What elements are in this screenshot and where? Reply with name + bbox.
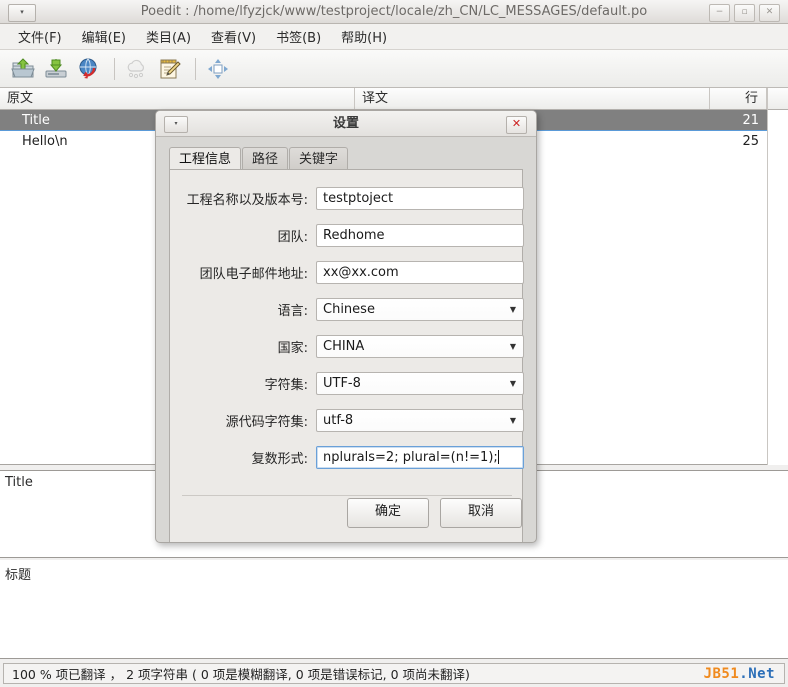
select-language-value: Chinese bbox=[323, 302, 375, 317]
input-plural-forms-value: nplurals=2; plural=(n!=1); bbox=[323, 450, 498, 465]
statusbar-text: 100 % 项已翻译 ， 2 项字符串 ( 0 项是模糊翻译, 0 项是错误标记… bbox=[12, 666, 470, 683]
select-language[interactable]: Chinese ▼ bbox=[316, 298, 524, 321]
dialog-tabs: 工程信息 路径 关键字 bbox=[169, 146, 349, 171]
settings-dialog: ▾ 设置 ✕ 工程信息 路径 关键字 工程名称以及版本号: testptojec… bbox=[155, 110, 537, 543]
chevron-down-icon: ▼ bbox=[510, 373, 516, 394]
chevron-down-icon: ▼ bbox=[510, 336, 516, 357]
field-row-project-name: 工程名称以及版本号: testptoject bbox=[170, 186, 524, 210]
label-plural-forms: 复数形式: bbox=[170, 448, 316, 467]
save-file-icon bbox=[43, 56, 69, 82]
menu-item-view[interactable]: 查看(V) bbox=[201, 24, 266, 49]
input-project-name[interactable]: testptoject bbox=[316, 187, 524, 210]
toolbar bbox=[0, 50, 788, 88]
move-arrows-icon bbox=[205, 56, 231, 82]
tab-project-info[interactable]: 工程信息 bbox=[169, 147, 241, 171]
dialog-divider bbox=[182, 495, 512, 496]
select-country[interactable]: CHINA ▼ bbox=[316, 335, 524, 358]
maximize-button[interactable]: ▫ bbox=[734, 4, 755, 22]
select-charset-value: UTF-8 bbox=[323, 376, 361, 391]
toolbar-separator-1 bbox=[114, 58, 115, 80]
tab-paths[interactable]: 路径 bbox=[242, 147, 288, 171]
column-header-line[interactable]: 行 bbox=[710, 88, 767, 109]
translation-text-input[interactable]: 标题 bbox=[0, 560, 788, 659]
application-window: ▾ Poedit : /home/lfyzjck/www/testproject… bbox=[0, 0, 788, 687]
column-header-translation[interactable]: 译文 bbox=[355, 88, 710, 109]
fuzzy-button[interactable] bbox=[122, 54, 152, 84]
label-team: 团队: bbox=[170, 226, 316, 245]
dialog-buttons: 确定 取消 bbox=[347, 498, 522, 528]
list-vertical-scrollbar[interactable] bbox=[767, 88, 788, 465]
cloud-icon bbox=[124, 56, 150, 82]
label-source-charset: 源代码字符集: bbox=[170, 411, 316, 430]
label-project-name: 工程名称以及版本号: bbox=[170, 189, 316, 208]
dialog-title: 设置 bbox=[156, 111, 536, 137]
dialog-close-button[interactable]: ✕ bbox=[506, 116, 527, 134]
ok-button[interactable]: 确定 bbox=[347, 498, 429, 528]
menu-item-help[interactable]: 帮助(H) bbox=[331, 24, 397, 49]
input-team[interactable]: Redhome bbox=[316, 224, 524, 247]
select-country-value: CHINA bbox=[323, 339, 364, 354]
select-source-charset[interactable]: utf-8 ▼ bbox=[316, 409, 524, 432]
menu-item-edit[interactable]: 编辑(E) bbox=[72, 24, 136, 49]
statusbar: 100 % 项已翻译 ， 2 项字符串 ( 0 项是模糊翻译, 0 项是错误标记… bbox=[0, 661, 788, 687]
watermark: JB51.Net bbox=[704, 665, 775, 684]
field-row-source-charset: 源代码字符集: utf-8 ▼ bbox=[170, 408, 524, 432]
text-caret bbox=[498, 450, 499, 464]
label-charset: 字符集: bbox=[170, 374, 316, 393]
field-row-language: 语言: Chinese ▼ bbox=[170, 297, 524, 321]
chevron-down-icon: ▼ bbox=[510, 299, 516, 320]
watermark-blue: .Net bbox=[739, 666, 775, 682]
window-titlebar: ▾ Poedit : /home/lfyzjck/www/testproject… bbox=[0, 0, 788, 24]
watermark-orange: JB51 bbox=[704, 666, 740, 682]
label-team-email: 团队电子邮件地址: bbox=[170, 263, 316, 282]
menu-item-catalog[interactable]: 类目(A) bbox=[136, 24, 201, 49]
field-row-country: 国家: CHINA ▼ bbox=[170, 334, 524, 358]
update-from-source-button[interactable] bbox=[74, 54, 104, 84]
column-header-source[interactable]: 原文 bbox=[0, 88, 355, 109]
statusbar-frame: 100 % 项已翻译 ， 2 项字符串 ( 0 项是模糊翻译, 0 项是错误标记… bbox=[3, 663, 785, 684]
dialog-titlebar: ▾ 设置 ✕ bbox=[156, 111, 536, 137]
scrollbar-header-spacer bbox=[768, 88, 788, 110]
menubar: 文件(F) 编辑(E) 类目(A) 查看(V) 书签(B) 帮助(H) bbox=[0, 24, 788, 50]
select-charset[interactable]: UTF-8 ▼ bbox=[316, 372, 524, 395]
navigate-button[interactable] bbox=[203, 54, 233, 84]
cancel-button[interactable]: 取消 bbox=[440, 498, 522, 528]
open-file-button[interactable] bbox=[8, 54, 38, 84]
tab-keywords[interactable]: 关键字 bbox=[289, 147, 348, 171]
menu-item-file[interactable]: 文件(F) bbox=[8, 24, 72, 49]
open-file-icon bbox=[10, 56, 36, 82]
catalog-list-header: 原文 译文 行 bbox=[0, 88, 788, 110]
dialog-panel-project-info: 工程名称以及版本号: testptoject 团队: Redhome 团队电子邮… bbox=[169, 169, 523, 543]
input-plural-forms[interactable]: nplurals=2; plural=(n!=1); bbox=[316, 446, 524, 469]
field-row-team: 团队: Redhome bbox=[170, 223, 524, 247]
select-source-charset-value: utf-8 bbox=[323, 413, 353, 428]
row-line: 21 bbox=[710, 113, 767, 128]
globe-refresh-icon bbox=[76, 56, 102, 82]
field-row-plural-forms: 复数形式: nplurals=2; plural=(n!=1); bbox=[170, 445, 524, 469]
edit-comment-button[interactable] bbox=[155, 54, 185, 84]
label-language: 语言: bbox=[170, 300, 316, 319]
chevron-down-icon: ▼ bbox=[510, 410, 516, 431]
menu-item-bookmarks[interactable]: 书签(B) bbox=[266, 24, 331, 49]
save-file-button[interactable] bbox=[41, 54, 71, 84]
field-row-charset: 字符集: UTF-8 ▼ bbox=[170, 371, 524, 395]
label-country: 国家: bbox=[170, 337, 316, 356]
notepad-pencil-icon bbox=[157, 56, 183, 82]
field-row-team-email: 团队电子邮件地址: xx@xx.com bbox=[170, 260, 524, 284]
window-title: Poedit : /home/lfyzjck/www/testproject/l… bbox=[0, 0, 788, 24]
input-team-email[interactable]: xx@xx.com bbox=[316, 261, 524, 284]
toolbar-separator-2 bbox=[195, 58, 196, 80]
row-line: 25 bbox=[710, 134, 767, 149]
minimize-button[interactable]: − bbox=[709, 4, 730, 22]
window-controls: − ▫ ✕ bbox=[709, 4, 780, 22]
close-button[interactable]: ✕ bbox=[759, 4, 780, 22]
